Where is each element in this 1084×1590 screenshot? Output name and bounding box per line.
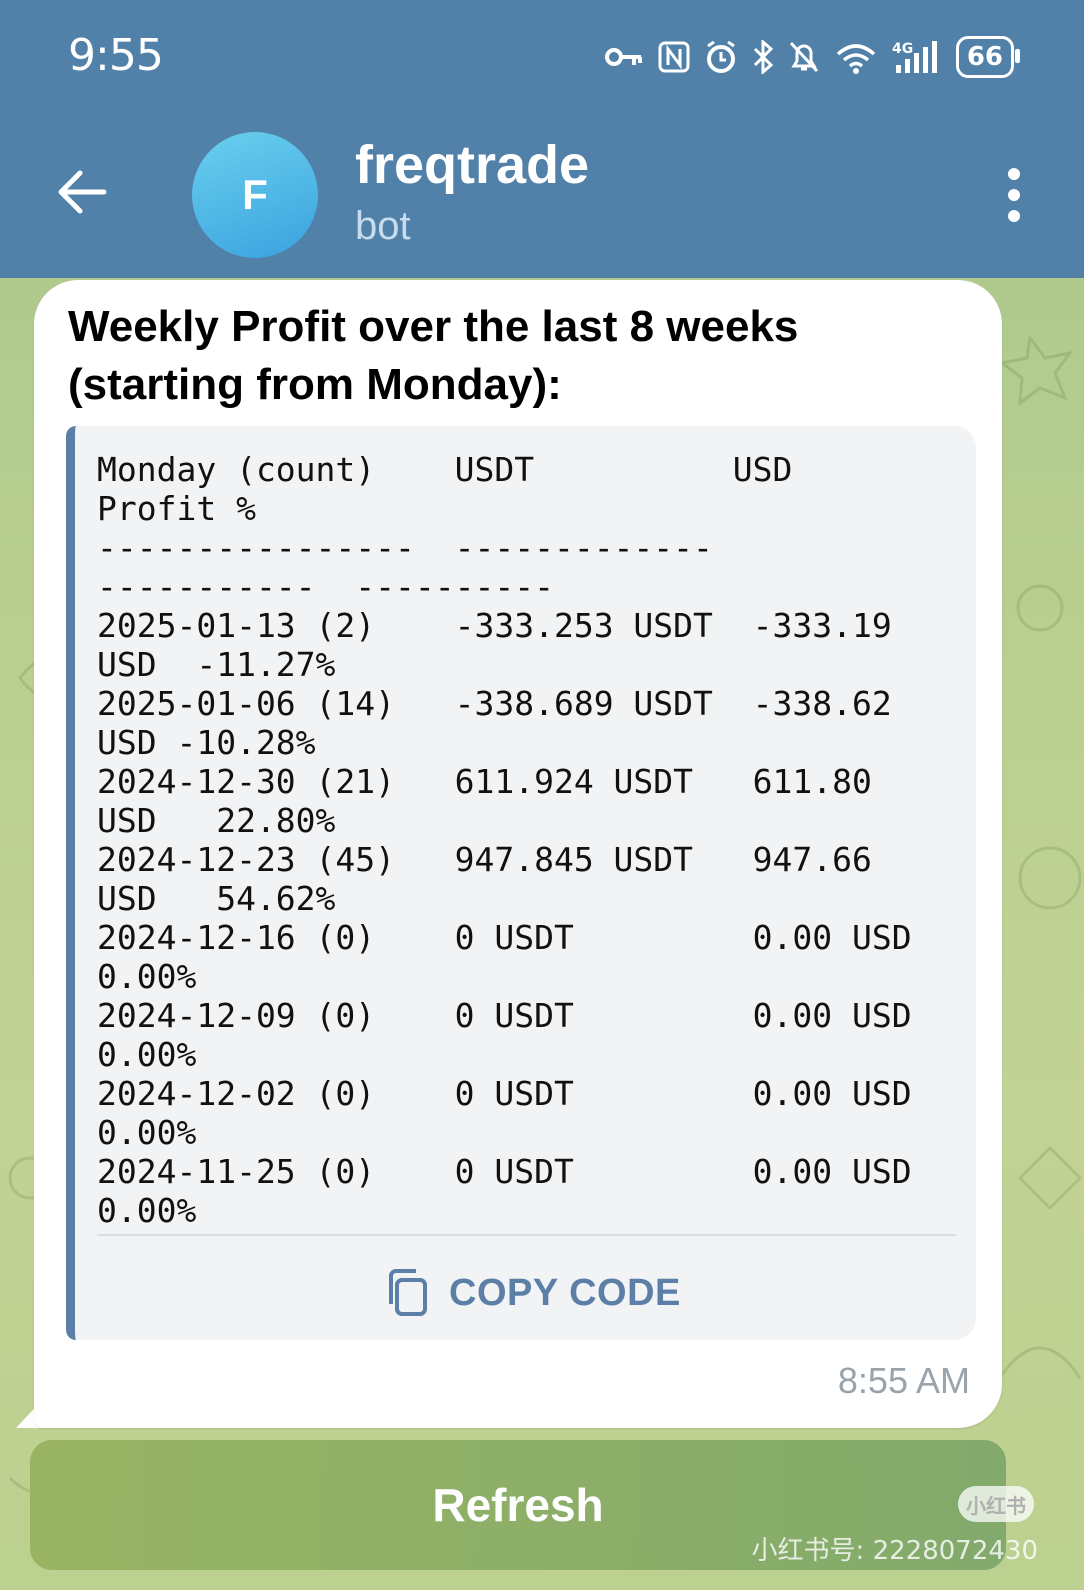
key-icon: [604, 48, 642, 66]
code-line: 2024-11-25 (0) 0 USDT 0.00 USD: [97, 1152, 912, 1191]
code-line: 0.00%: [97, 1191, 197, 1230]
code-line: ---------------- -------------: [97, 528, 713, 567]
signal-icon: 4G: [892, 41, 937, 73]
battery-indicator: 66: [955, 36, 1021, 78]
copy-code-button[interactable]: COPY CODE: [385, 1268, 681, 1318]
battery-level: 66: [966, 42, 1003, 72]
status-time: 9:55: [68, 30, 164, 81]
copy-icon: [389, 1269, 427, 1316]
wifi-icon: [836, 44, 875, 74]
code-line: ----------- ----------: [97, 567, 554, 606]
bluetooth-icon: [753, 40, 774, 74]
copy-code-label: COPY CODE: [449, 1271, 681, 1314]
code-line: 0.00%: [97, 1113, 197, 1152]
status-icons: 4G 66: [604, 36, 1021, 78]
watermark-badge: 小红书: [958, 1486, 1034, 1522]
avatar[interactable]: F: [192, 132, 318, 258]
code-line: USD 22.80%: [97, 801, 336, 840]
message-title: Weekly Profit over the last 8 weeks (sta…: [68, 298, 968, 414]
chat-subtitle: bot: [355, 204, 411, 248]
chat-title[interactable]: freqtrade: [355, 134, 589, 196]
code-line: 2025-01-13 (2) -333.253 USDT -333.19: [97, 606, 892, 645]
alarm-icon: [706, 40, 735, 73]
chat-header: 9:55 4G 66 F freqtrade bot: [0, 0, 1084, 278]
message-bubble: Weekly Profit over the last 8 weeks (sta…: [34, 280, 1002, 1428]
code-block[interactable]: Monday (count) USDT USD Profit % ---------…: [66, 426, 976, 1340]
code-line: 0.00%: [97, 1035, 197, 1074]
nfc-icon: [658, 41, 690, 73]
code-line: USD 54.62%: [97, 879, 336, 918]
message-title-line: Weekly Profit over the last 8 weeks: [68, 302, 799, 351]
code-text: Monday (count) USDT USD Profit % ---------…: [97, 450, 912, 1230]
code-line: USD -11.27%: [97, 645, 336, 684]
code-line: 0.00%: [97, 957, 197, 996]
code-line: Monday (count) USDT USD: [97, 450, 793, 489]
more-options-icon[interactable]: [1002, 168, 1026, 222]
code-line: 2024-12-23 (45) 947.845 USDT 947.66: [97, 840, 872, 879]
svg-text:4G: 4G: [892, 41, 913, 57]
code-line: USD -10.28%: [97, 723, 316, 762]
code-line: Profit %: [97, 489, 256, 528]
mute-icon: [789, 41, 818, 73]
code-divider: [97, 1234, 956, 1236]
message-timestamp: 8:55 AM: [837, 1360, 970, 1401]
code-line: 2024-12-16 (0) 0 USDT 0.00 USD: [97, 918, 912, 957]
message-title-line: (starting from Monday):: [68, 360, 562, 409]
code-line: 2024-12-09 (0) 0 USDT 0.00 USD: [97, 996, 912, 1035]
code-line: 2024-12-30 (21) 611.924 USDT 611.80: [97, 762, 872, 801]
code-line: 2024-12-02 (0) 0 USDT 0.00 USD: [97, 1074, 912, 1113]
back-arrow-icon[interactable]: [52, 162, 112, 222]
code-line: 2025-01-06 (14) -338.689 USDT -338.62: [97, 684, 892, 723]
watermark-text: 小红书号: 2228072430: [751, 1536, 1038, 1566]
